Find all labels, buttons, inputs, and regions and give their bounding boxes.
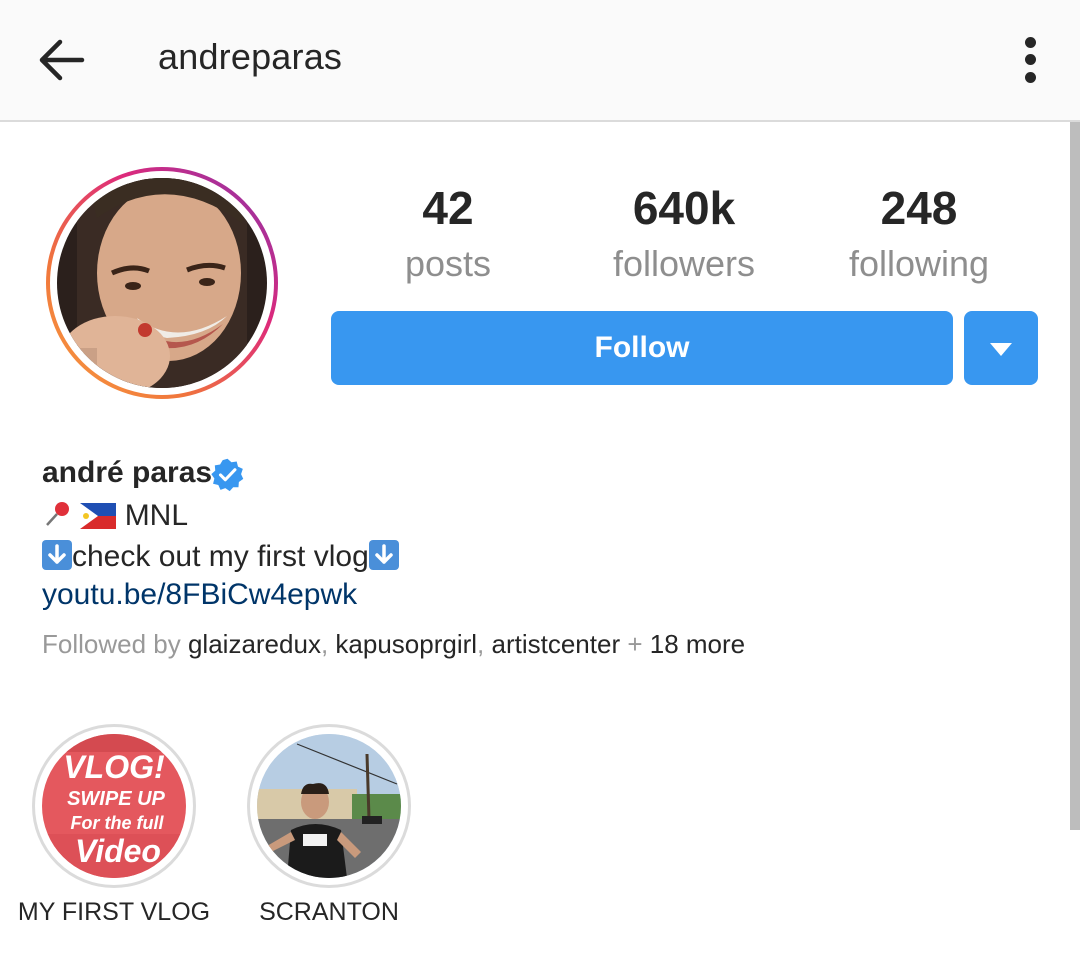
suggested-accounts-button[interactable] <box>964 311 1038 385</box>
down-arrow-icon <box>368 540 399 570</box>
more-vertical-icon <box>1025 37 1036 48</box>
highlight-cover: VLOG! SWIPE UP For the full Video <box>42 734 186 878</box>
highlight-scranton[interactable] <box>247 724 411 888</box>
posts-count: 42 <box>422 182 474 234</box>
highlight-label: MY FIRST VLOG <box>17 898 211 926</box>
scrollbar[interactable] <box>1070 122 1080 830</box>
thumb-full-text: For the full <box>71 813 165 833</box>
caret-down-icon <box>990 343 1012 356</box>
thumb-video-text: Video <box>75 833 161 869</box>
down-arrow-icon <box>42 540 72 570</box>
story-ring[interactable] <box>46 167 278 399</box>
philippines-flag-icon <box>80 503 117 529</box>
profile-photo <box>57 178 267 388</box>
following-label: following <box>848 243 990 284</box>
highlight-label: SCRANTON <box>259 898 399 926</box>
follower-username[interactable]: artistcenter <box>492 629 621 659</box>
followers-count: 640k <box>632 182 736 234</box>
thumb-vlog-text: VLOG! <box>63 749 165 785</box>
bio-location-text: MNL <box>124 499 189 532</box>
stat-following[interactable]: 248 following <box>799 180 1039 290</box>
pushpin-icon <box>46 502 69 526</box>
highlight-cover <box>257 734 401 878</box>
more-followers-link[interactable]: 18 more <box>650 629 745 659</box>
profile-username-title: andreparas <box>158 36 343 77</box>
bio-location: MNL <box>42 499 188 533</box>
back-button[interactable] <box>30 32 94 88</box>
bio-website-link[interactable]: youtu.be/8FBiCw4epwk <box>42 578 357 612</box>
followed-by-text[interactable]: Followed by glaizaredux, kapusoprgirl, a… <box>42 629 745 660</box>
followers-label: followers <box>612 243 756 284</box>
follower-username[interactable]: glaizaredux <box>188 629 321 659</box>
profile-full-name: andré paras <box>42 456 213 489</box>
top-bar: andreparas <box>0 0 1080 122</box>
arrow-left-icon <box>39 39 85 81</box>
posts-label: posts <box>404 243 492 284</box>
bio-vlog-line: check out my first vlog <box>42 540 399 574</box>
more-options-button[interactable] <box>1008 30 1054 90</box>
stat-posts[interactable]: 42 posts <box>328 180 568 290</box>
bio-vlog-text: check out my first vlog <box>72 540 369 573</box>
follower-username[interactable]: kapusoprgirl <box>335 629 477 659</box>
stat-followers[interactable]: 640k followers <box>564 180 804 290</box>
thumb-swipe-text: SWIPE UP <box>67 788 165 810</box>
verified-badge-icon <box>211 458 244 492</box>
following-count: 248 <box>880 182 958 234</box>
follow-button[interactable]: Follow <box>331 311 953 385</box>
highlight-my-first-vlog[interactable]: VLOG! SWIPE UP For the full Video <box>32 724 196 888</box>
followed-by-prefix: Followed by <box>42 629 181 659</box>
